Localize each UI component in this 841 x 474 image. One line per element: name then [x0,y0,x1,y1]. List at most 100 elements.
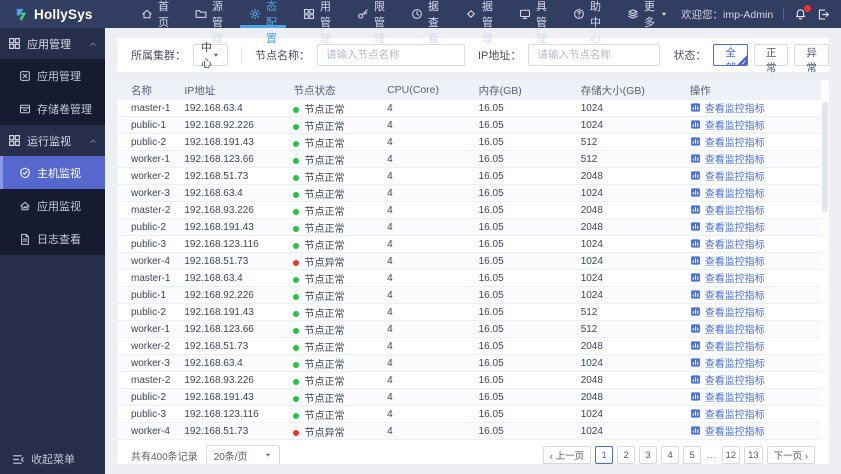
cell-status: 节点正常 [289,269,384,288]
table-row[interactable]: worker-3 192.168.63.4 节点正常 4 16.05 1024 … [117,354,821,373]
page-button[interactable]: 13 [744,446,763,464]
chart-icon [690,391,701,402]
view-metrics-link[interactable]: 查看监控指标 [690,389,765,404]
collapse-menu-button[interactable]: 收起菜单 [0,444,105,474]
page-button[interactable]: 4 [661,446,680,464]
cell-storage: 512 [576,320,686,339]
view-metrics-link[interactable]: 查看监控指标 [690,253,765,268]
scrollbar-thumb[interactable] [822,102,828,212]
page-size-select[interactable]: 20条/页 [205,445,280,464]
table-row[interactable]: public-2 192.168.191.43 节点正常 4 16.05 204… [117,388,821,407]
sidebar-group-header[interactable]: 运行监视 [0,125,105,156]
nav-item-folder[interactable]: 资源管理 [182,0,236,45]
cell-ip: 192.168.92.226 [180,286,290,305]
table-row[interactable]: worker-3 192.168.63.4 节点正常 4 16.05 1024 … [117,184,821,203]
view-metrics-link[interactable]: 查看监控指标 [690,406,765,421]
notifications-button[interactable] [794,4,812,21]
table-row[interactable]: worker-1 192.168.123.66 节点正常 4 16.05 512… [117,150,821,169]
sidebar-item[interactable]: 主机监视 [0,156,105,189]
view-metrics-link[interactable]: 查看监控指标 [690,185,765,200]
table-row[interactable]: master-2 192.168.93.226 节点正常 4 16.05 204… [117,371,821,390]
table-row[interactable]: worker-4 192.168.51.73 节点异常 4 16.05 1024… [117,422,821,441]
chart-icon [690,187,701,198]
cell-storage: 1024 [576,252,686,271]
view-metrics-link[interactable]: 查看监控指标 [690,372,765,387]
status-dot [293,158,300,165]
total-records: 共有400条记录 [131,451,198,463]
sidebar-item[interactable]: 存储卷管理 [0,92,105,125]
nav-item-clock[interactable]: 数据查看 [398,0,452,45]
table-row[interactable]: worker-2 192.168.51.73 节点正常 4 16.05 2048… [117,167,821,186]
status-dot [293,362,300,369]
cell-cpu: 4 [383,116,475,135]
view-metrics-link[interactable]: 查看监控指标 [690,134,765,149]
next-page-button[interactable]: 下一页 [766,446,815,464]
cell-status: 节点正常 [289,388,384,407]
nav-item-home[interactable]: 首页 [128,0,182,29]
cell-memory: 16.05 [474,405,577,424]
sidebar-item[interactable]: 应用管理 [0,59,105,92]
node-name-input[interactable] [317,44,465,66]
status-filter-button[interactable]: 异常 [794,44,829,74]
nav-item-key[interactable]: 权限管理 [344,0,398,45]
view-metrics-link[interactable]: 查看监控指标 [690,321,765,336]
table-row[interactable]: master-1 192.168.63.4 节点正常 4 16.05 1024 … [117,269,821,288]
cluster-select[interactable]: 中心 [193,42,228,70]
table-row[interactable]: public-2 192.168.191.43 节点正常 4 16.05 204… [117,218,821,237]
view-metrics-link[interactable]: 查看监控指标 [690,168,765,183]
page-button[interactable]: 1 [595,446,614,464]
page-button[interactable]: 12 [721,446,741,464]
page-button[interactable]: 3 [639,446,658,464]
page-button[interactable]: 5 [683,446,702,464]
cell-actions: 查看监控指标 [685,337,821,356]
cell-name: public-3 [117,235,181,254]
nav-item-more[interactable]: 更多 [614,0,681,29]
table-row[interactable]: worker-4 192.168.51.73 节点异常 4 16.05 1024… [117,252,821,271]
view-metrics-link[interactable]: 查看监控指标 [690,355,765,370]
table-row[interactable]: public-2 192.168.191.43 节点正常 4 16.05 512… [117,303,821,322]
table-row[interactable]: worker-1 192.168.123.66 节点正常 4 16.05 512… [117,320,821,339]
table-row[interactable]: master-2 192.168.93.226 节点正常 4 16.05 204… [117,201,821,220]
table-row[interactable]: public-1 192.168.92.226 节点正常 4 16.05 102… [117,116,821,135]
logout-button[interactable] [817,8,830,21]
table-row[interactable]: public-1 192.168.92.226 节点正常 4 16.05 102… [117,286,821,305]
prev-page-button[interactable]: 上一页 [542,446,592,464]
table-row[interactable]: master-1 192.168.63.4 节点正常 4 16.05 1024 … [117,100,821,118]
nav-item-diamond[interactable]: 数据管理 [452,0,506,45]
cell-ip: 192.168.51.73 [180,252,290,271]
nav-item-grid[interactable]: 应用管理 [290,0,344,45]
view-metrics-link[interactable]: 查看监控指标 [690,151,765,166]
view-metrics-link[interactable]: 查看监控指标 [690,287,765,302]
view-metrics-link[interactable]: 查看监控指标 [690,338,765,353]
table-row[interactable]: public-3 192.168.123.116 节点正常 4 16.05 10… [117,405,821,424]
sidebar-item[interactable]: 应用监视 [0,189,105,222]
sidebar-menu: 应用管理 应用管理 存储卷管理 运行监视 主机监视 应用监视 日志查看 [0,28,105,444]
cell-actions: 查看监控指标 [685,201,821,220]
view-metrics-link[interactable]: 查看监控指标 [690,100,765,115]
sidebar-group-header[interactable]: 应用管理 [0,28,105,59]
chart-icon [690,323,701,334]
view-metrics-link[interactable]: 查看监控指标 [690,270,765,285]
main-nav: 首页 资源管理 组态配置 应用管理 权限管理 数据查看 数据管理 工具管理 帮助… [128,0,681,45]
status-filter-button[interactable]: 全部状态 [713,44,748,66]
table-row[interactable]: public-3 192.168.123.116 节点正常 4 16.05 10… [117,235,821,254]
view-metrics-link[interactable]: 查看监控指标 [690,202,765,217]
view-metrics-link[interactable]: 查看监控指标 [690,117,765,132]
nav-item-monitor[interactable]: 工具管理 [506,0,560,45]
chart-icon [690,119,701,130]
ip-input[interactable] [528,44,661,66]
cell-memory: 16.05 [474,354,577,373]
view-metrics-link[interactable]: 查看监控指标 [690,304,765,319]
view-metrics-link[interactable]: 查看监控指标 [690,219,765,234]
sidebar-item[interactable]: 日志查看 [0,222,105,255]
nav-item-gear[interactable]: 组态配置 [236,0,290,45]
view-metrics-link[interactable]: 查看监控指标 [690,236,765,251]
table-row[interactable]: worker-2 192.168.51.73 节点正常 4 16.05 2048… [117,337,821,356]
table-row[interactable]: public-2 192.168.191.43 节点正常 4 16.05 512… [117,133,821,152]
scrollbar[interactable] [822,102,828,432]
cell-cpu: 4 [383,167,475,186]
view-metrics-link[interactable]: 查看监控指标 [690,423,765,438]
page-button[interactable]: 2 [617,446,636,464]
nav-item-help[interactable]: 帮助中心 [560,0,614,45]
status-filter-button[interactable]: 正常 [753,44,789,74]
